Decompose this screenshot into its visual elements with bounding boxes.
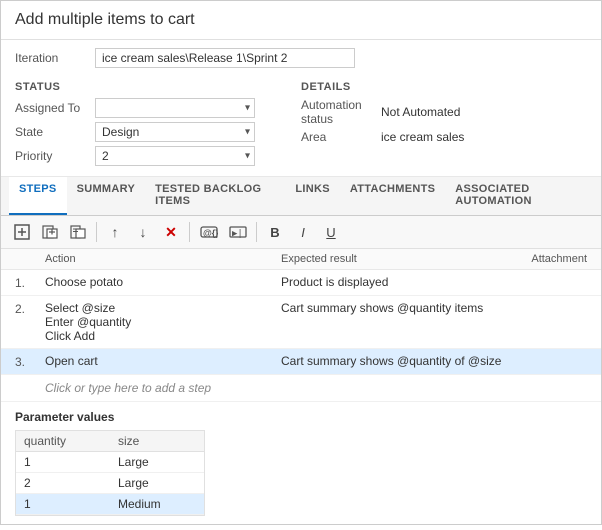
toolbar-separator-1	[96, 222, 97, 242]
details-section: DETAILS Automation status Not Automated …	[301, 81, 587, 170]
col-attachment: Attachment	[517, 253, 587, 265]
svg-text:@{}: @{}	[203, 228, 218, 238]
assigned-to-select[interactable]	[95, 98, 255, 118]
area-value: ice cream sales	[381, 130, 464, 144]
state-select[interactable]: Design	[95, 122, 255, 142]
move-down-button[interactable]: ↓	[130, 220, 156, 244]
insert-shared-step-button[interactable]	[65, 220, 91, 244]
tabs-bar: STEPS SUMMARY TESTED BACKLOG ITEMS LINKS…	[1, 177, 601, 216]
step-number: 1.	[15, 275, 45, 290]
list-item[interactable]: 2 Large	[16, 473, 204, 494]
step-expected[interactable]: Cart summary shows @quantity items	[281, 301, 517, 315]
param-col-quantity: quantity	[16, 431, 110, 451]
col-expected: Expected result	[281, 253, 517, 265]
state-wrapper: Design	[95, 122, 255, 142]
tab-links[interactable]: LINKS	[285, 177, 340, 215]
priority-select[interactable]: 2	[95, 146, 255, 166]
priority-label: Priority	[15, 149, 95, 163]
automation-status-value: Not Automated	[381, 105, 460, 119]
toolbar-separator-2	[189, 222, 190, 242]
parameter-values-section: Parameter values quantity size 1 Large 2…	[1, 402, 601, 524]
iteration-input[interactable]	[95, 48, 355, 68]
step-action[interactable]: Select @size Enter @quantity Click Add	[45, 301, 281, 343]
italic-button[interactable]: I	[290, 220, 316, 244]
table-row[interactable]: 3. Open cart Cart summary shows @quantit…	[1, 349, 601, 375]
param-size: Large	[110, 473, 204, 493]
iteration-label: Iteration	[15, 51, 95, 65]
insert-step-button[interactable]	[9, 220, 35, 244]
status-header: STATUS	[15, 81, 301, 93]
param-quantity: 1	[16, 452, 110, 472]
insert-step-alt-icon	[42, 224, 58, 240]
steps-column-headers: Action Expected result Attachment	[1, 249, 601, 270]
steps-toolbar: ↑ ↓ ✕ @{} ▶| B I U	[1, 216, 601, 249]
tab-associated-automation[interactable]: ASSOCIATED AUTOMATION	[445, 177, 593, 215]
insert-action-icon: ▶|	[229, 224, 247, 240]
step-action[interactable]: Choose potato	[45, 275, 281, 289]
assigned-to-wrapper	[95, 98, 255, 118]
insert-parameter-button[interactable]: @{}	[195, 220, 223, 244]
param-size: Large	[110, 452, 204, 472]
col-action: Action	[45, 253, 281, 265]
insert-shared-step-icon	[70, 224, 86, 240]
param-col-size: size	[110, 431, 204, 451]
tab-summary[interactable]: SUMMARY	[67, 177, 146, 215]
step-number: 3.	[15, 354, 45, 369]
details-header: DETAILS	[301, 81, 587, 93]
state-label: State	[15, 125, 95, 139]
step-action[interactable]: Open cart	[45, 354, 281, 368]
bold-button[interactable]: B	[262, 220, 288, 244]
parameter-table-header: quantity size	[16, 431, 204, 452]
dialog-title: Add multiple items to cart	[1, 1, 601, 40]
tab-tested-backlog-items[interactable]: TESTED BACKLOG ITEMS	[145, 177, 285, 215]
assigned-to-label: Assigned To	[15, 101, 95, 115]
insert-action-button[interactable]: ▶|	[225, 220, 251, 244]
add-step-placeholder[interactable]: Click or type here to add a step	[1, 375, 601, 402]
list-item[interactable]: 1 Medium	[16, 494, 204, 515]
automation-status-label: Automation status	[301, 98, 381, 126]
dialog: Add multiple items to cart Iteration STA…	[0, 0, 602, 525]
step-expected[interactable]: Product is displayed	[281, 275, 517, 289]
step-number: 2.	[15, 301, 45, 316]
list-item[interactable]: 1 Large	[16, 452, 204, 473]
param-quantity: 1	[16, 494, 110, 514]
table-row[interactable]: 2. Select @size Enter @quantity Click Ad…	[1, 296, 601, 349]
svg-text:▶|: ▶|	[232, 229, 243, 239]
step-expected[interactable]: Cart summary shows @quantity of @size	[281, 354, 517, 368]
insert-step-icon	[14, 224, 30, 240]
insert-parameter-icon: @{}	[200, 224, 218, 240]
param-size: Medium	[110, 494, 204, 514]
parameter-values-title: Parameter values	[15, 410, 587, 424]
tab-attachments[interactable]: ATTACHMENTS	[340, 177, 445, 215]
param-quantity: 2	[16, 473, 110, 493]
toolbar-separator-3	[256, 222, 257, 242]
insert-step-alt-button[interactable]	[37, 220, 63, 244]
tab-steps[interactable]: STEPS	[9, 177, 67, 215]
table-row[interactable]: 1. Choose potato Product is displayed	[1, 270, 601, 296]
col-num	[15, 253, 45, 265]
status-section: STATUS Assigned To State Design Prio	[15, 81, 301, 170]
parameter-table: quantity size 1 Large 2 Large 1 Medium	[15, 430, 205, 516]
underline-button[interactable]: U	[318, 220, 344, 244]
area-label: Area	[301, 130, 381, 144]
delete-button[interactable]: ✕	[158, 220, 184, 244]
move-up-button[interactable]: ↑	[102, 220, 128, 244]
priority-wrapper: 2	[95, 146, 255, 166]
